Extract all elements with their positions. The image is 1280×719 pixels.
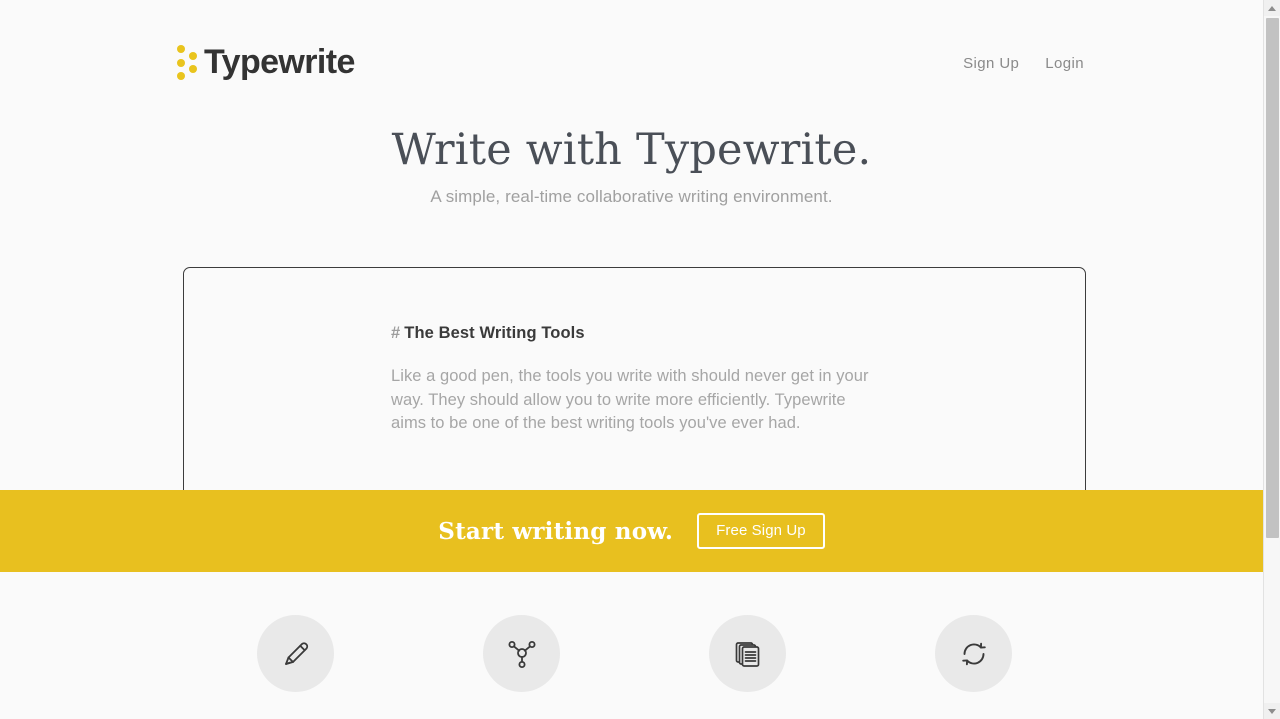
markdown-hash-icon: #	[391, 324, 401, 342]
feature-sync	[861, 615, 1086, 692]
scroll-down-arrow-icon[interactable]	[1264, 703, 1280, 719]
page-viewport: Typewrite Sign Up Login Write with Typew…	[0, 0, 1263, 719]
document-heading-text: The Best Writing Tools	[404, 324, 585, 342]
feature-write-button[interactable]	[257, 615, 334, 692]
brand-logo[interactable]: Typewrite	[176, 40, 355, 84]
network-icon	[504, 636, 540, 672]
features-row	[183, 615, 1086, 692]
feature-documents	[635, 615, 860, 692]
document-paragraph: Like a good pen, the tools you write wit…	[391, 367, 869, 432]
feature-write	[183, 615, 408, 692]
page-title: Write with Typewrite.	[391, 125, 872, 175]
scroll-down-arrow-glyph	[1268, 708, 1276, 714]
feature-sync-button[interactable]	[935, 615, 1012, 692]
scrollbar-accent-marker	[0, 490, 8, 543]
site-header: Typewrite Sign Up Login	[0, 0, 1263, 120]
dots-logo-icon	[176, 44, 198, 80]
nav-sign-up[interactable]: Sign Up	[963, 55, 1019, 72]
feature-collaborate	[409, 615, 634, 692]
scroll-up-arrow-glyph	[1268, 5, 1276, 11]
pencil-icon	[278, 636, 314, 672]
page-subtitle: A simple, real-time collaborative writin…	[430, 187, 833, 207]
scroll-up-arrow-icon[interactable]	[1264, 0, 1280, 16]
features-section	[0, 572, 1263, 719]
document-heading: # The Best Writing Tools	[391, 324, 884, 343]
editor-content: # The Best Writing Tools Like a good pen,…	[184, 268, 884, 436]
free-sign-up-button[interactable]: Free Sign Up	[697, 513, 825, 549]
sync-icon	[956, 636, 992, 672]
cta-headline: Start writing now.	[438, 517, 674, 545]
nav-login[interactable]: Login	[1045, 55, 1084, 72]
cta-banner: Start writing now. Free Sign Up	[0, 490, 1263, 572]
scrollbar-thumb[interactable]	[1266, 18, 1279, 538]
header-nav: Sign Up Login	[963, 55, 1084, 72]
hero-section: Write with Typewrite. A simple, real-tim…	[0, 126, 1263, 207]
brand-name: Typewrite	[204, 43, 355, 81]
documents-icon	[730, 636, 766, 672]
feature-documents-button[interactable]	[709, 615, 786, 692]
feature-collaborate-button[interactable]	[483, 615, 560, 692]
vertical-scrollbar[interactable]	[1263, 0, 1280, 719]
